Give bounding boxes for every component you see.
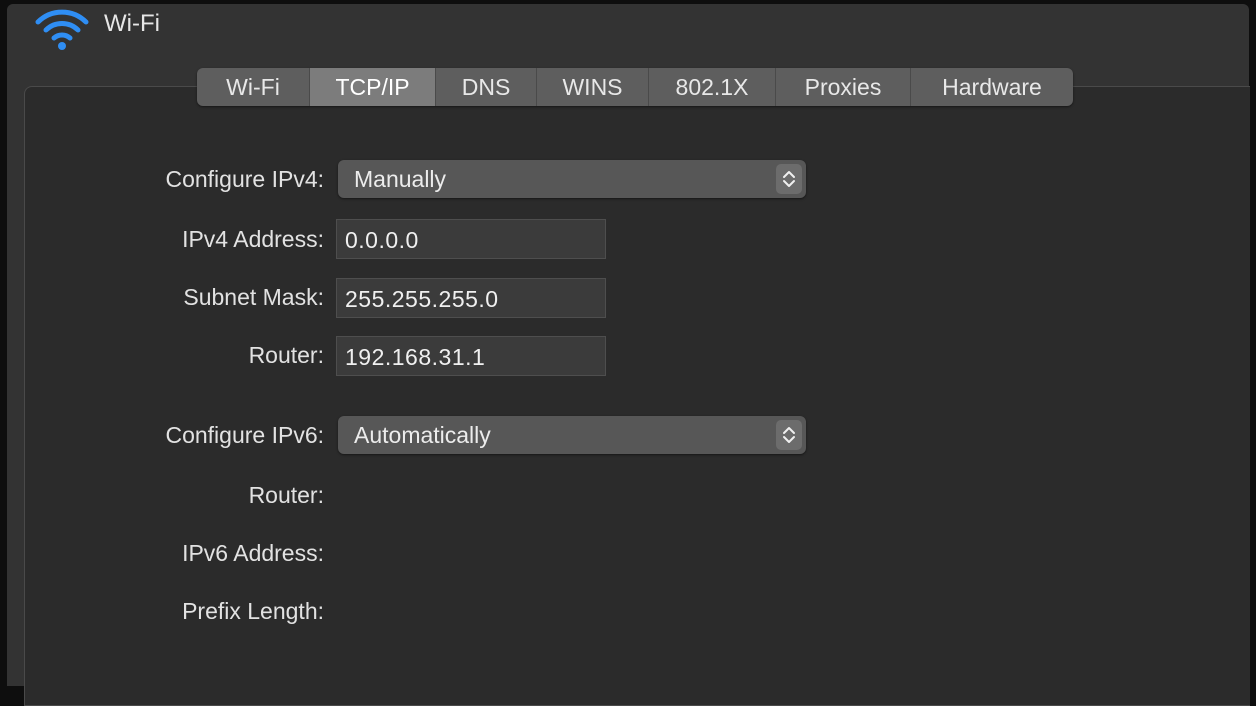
configure-ipv6-select[interactable]: Automatically (338, 416, 806, 454)
configure-ipv4-label: Configure IPv4: (165, 166, 324, 192)
ipv4-router-field[interactable]: 192.168.31.1 (336, 336, 606, 376)
subnet-mask-value: 255.255.255.0 (345, 286, 499, 312)
configure-ipv6-label: Configure IPv6: (165, 422, 324, 448)
chevron-up-down-icon (776, 420, 802, 450)
subnet-mask-label: Subnet Mask: (183, 284, 324, 310)
subnet-mask-field[interactable]: 255.255.255.0 (336, 278, 606, 318)
configure-ipv6-value: Automatically (354, 422, 491, 448)
ipv4-address-field[interactable]: 0.0.0.0 (336, 219, 606, 259)
tab-tcp-ip[interactable]: TCP/IP (310, 68, 436, 106)
ipv4-address-value: 0.0.0.0 (345, 227, 419, 253)
configure-ipv4-value: Manually (354, 166, 447, 192)
ipv4-address-label: IPv4 Address: (182, 226, 324, 252)
tab-802-1x[interactable]: 802.1X (649, 68, 776, 106)
tab-dns[interactable]: DNS (436, 68, 537, 106)
configure-ipv4-select[interactable]: Manually (338, 160, 806, 198)
chevron-up-down-icon (776, 164, 802, 194)
ipv6-address-label: IPv6 Address: (182, 540, 324, 566)
tab-wins[interactable]: WINS (537, 68, 649, 106)
tab-wifi[interactable]: Wi-Fi (197, 68, 310, 106)
wifi-icon (32, 8, 92, 54)
tab-hardware[interactable]: Hardware (911, 68, 1073, 106)
tab-proxies[interactable]: Proxies (776, 68, 911, 106)
window-title: Wi-Fi (104, 10, 160, 37)
ipv4-router-value: 192.168.31.1 (345, 344, 486, 370)
tab-bar: Wi-Fi TCP/IP DNS WINS 802.1X Proxies Har… (197, 68, 1073, 106)
ipv4-router-label: Router: (248, 342, 324, 368)
prefix-length-label: Prefix Length: (182, 598, 324, 624)
ipv6-router-label: Router: (248, 482, 324, 508)
